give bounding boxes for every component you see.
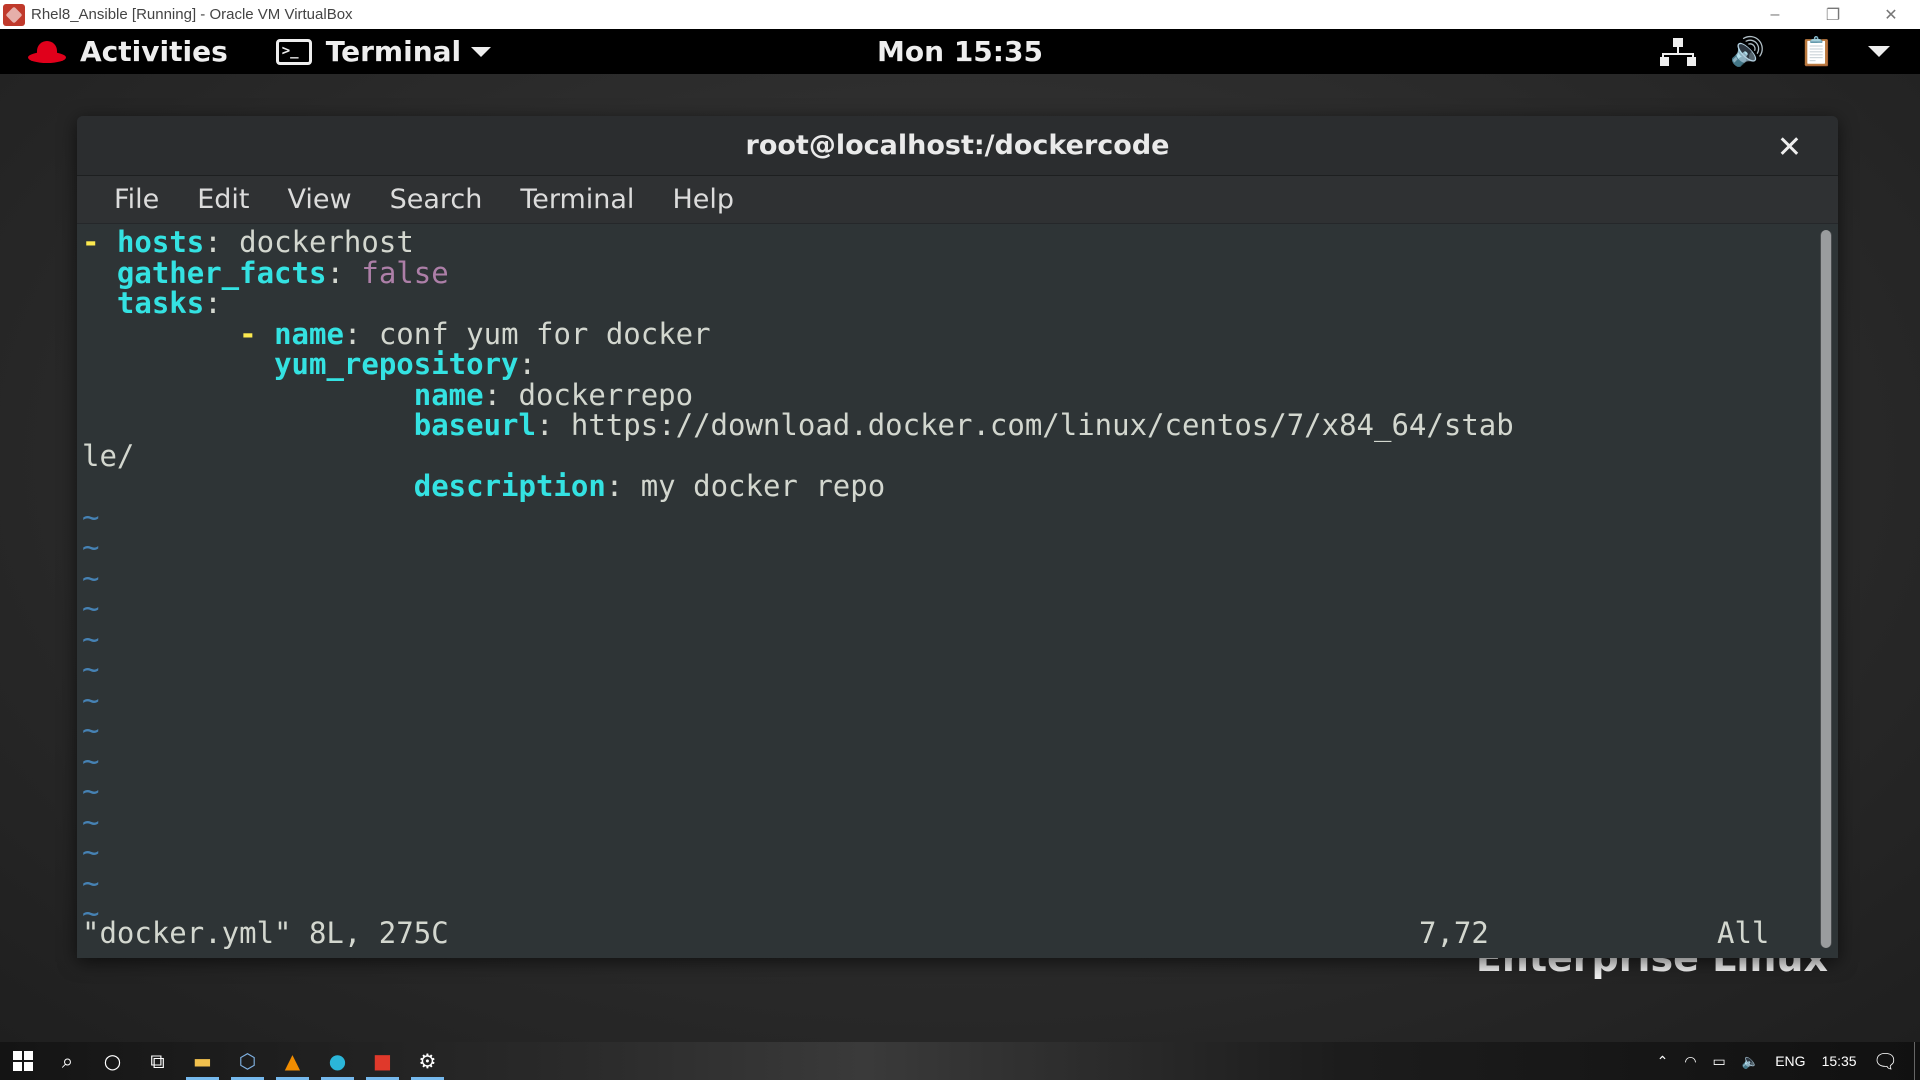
speaker-icon[interactable]: 🔈: [1734, 1053, 1767, 1070]
chevron-down-icon: [471, 46, 492, 57]
yaml-key: name: [274, 316, 344, 351]
yaml-key: name: [413, 377, 484, 412]
virtualbox-titlebar: Rhel8_Ansible [Running] - Oracle VM Virt…: [0, 0, 1920, 29]
app-menu-terminal[interactable]: >_ Terminal: [275, 35, 492, 68]
cortana-icon[interactable]: ○: [90, 1042, 135, 1080]
clipboard-icon: 📋: [1799, 35, 1834, 68]
yaml-value-wrap: le/: [82, 438, 135, 473]
battery-icon[interactable]: ▭: [1705, 1053, 1734, 1070]
system-tray[interactable]: 🔊 📋: [1660, 29, 1890, 74]
network-icon: [1660, 37, 1697, 66]
yaml-key: baseurl: [413, 408, 536, 442]
taskbar-clock[interactable]: 15:35: [1814, 1053, 1865, 1069]
yaml-dash: -: [239, 316, 257, 351]
tray-chevron-up-icon[interactable]: ⌃: [1649, 1053, 1677, 1070]
windows-logo-icon: [12, 1051, 33, 1071]
windows-taskbar: ⌕ ○ ⧉ ▬ ⬡ ▲ ● ■ ⚙ ⌃ ◠ ▭ 🔈 ENG 15:35 🗨: [0, 1042, 1920, 1080]
yaml-value: conf yum for docker: [361, 316, 711, 351]
yaml-value: dockerhost: [221, 225, 414, 259]
terminal-title: root@localhost:/dockercode: [745, 130, 1170, 161]
close-window-button[interactable]: ✕: [1862, 0, 1920, 29]
vlc-icon[interactable]: ▲: [270, 1042, 315, 1080]
edge-icon[interactable]: ●: [315, 1042, 360, 1080]
virtualbox-icon: [3, 3, 25, 26]
notification-icon[interactable]: 🗨: [1865, 1049, 1906, 1074]
wifi-icon[interactable]: ◠: [1676, 1053, 1704, 1070]
minimize-button[interactable]: –: [1746, 0, 1804, 29]
yaml-key: gather_facts: [116, 255, 327, 290]
menu-terminal[interactable]: Terminal: [501, 184, 653, 215]
show-desktop-button[interactable]: [1914, 1042, 1920, 1080]
yaml-key: hosts: [116, 225, 205, 259]
redhat-icon: [28, 40, 66, 63]
activities-label: Activities: [80, 35, 228, 68]
yaml-key: description: [413, 469, 606, 503]
system-menu-chevron-icon: [1868, 46, 1890, 57]
rhel-vm-icon[interactable]: ■: [360, 1042, 405, 1080]
vim-empty-lines: ~ ~ ~ ~ ~ ~ ~ ~ ~ ~ ~ ~ ~ ~: [82, 499, 100, 930]
menu-help[interactable]: Help: [653, 184, 753, 215]
search-icon[interactable]: ⌕: [45, 1042, 90, 1080]
volume-icon: 🔊: [1730, 35, 1766, 68]
language-indicator[interactable]: ENG: [1767, 1053, 1813, 1069]
menu-file[interactable]: File: [95, 184, 178, 215]
restore-button[interactable]: ❐: [1804, 0, 1862, 29]
start-button[interactable]: [0, 1042, 45, 1080]
yaml-value: my docker repo: [623, 469, 886, 503]
menu-view[interactable]: View: [268, 184, 370, 215]
app-menu-label: Terminal: [325, 35, 462, 68]
yaml-value: https://download.docker.com/linux/centos…: [553, 408, 1514, 442]
vim-editor[interactable]: - hosts: dockerhost gather_facts: false …: [77, 224, 1838, 958]
terminal-close-button[interactable]: ✕: [1777, 130, 1802, 165]
yaml-key: yum_repository: [274, 347, 519, 381]
virtualbox-taskbar-icon[interactable]: ⬡: [225, 1042, 270, 1080]
yaml-key: tasks: [116, 286, 205, 320]
yaml-dash: -: [82, 225, 100, 259]
terminal-scrollbar[interactable]: [1820, 230, 1832, 948]
settings-gear-icon[interactable]: ⚙: [405, 1042, 450, 1080]
gnome-top-bar: Activities >_ Terminal Mon 15:35 🔊 📋: [0, 29, 1920, 74]
task-view-icon[interactable]: ⧉: [135, 1042, 180, 1080]
vim-status-file: "docker.yml" 8L, 275C: [82, 916, 449, 950]
menu-edit[interactable]: Edit: [178, 184, 268, 215]
file-explorer-icon[interactable]: ▬: [180, 1042, 225, 1080]
yaml-value: dockerrepo: [501, 377, 694, 412]
virtualbox-window-title: Rhel8_Ansible [Running] - Oracle VM Virt…: [31, 6, 353, 23]
terminal-window: root@localhost:/dockercode ✕ File Edit V…: [77, 116, 1838, 958]
vim-scroll-position: All: [1717, 916, 1770, 950]
scrollbar-thumb[interactable]: [1821, 230, 1831, 948]
clock[interactable]: Mon 15:35: [877, 35, 1043, 68]
activities-button[interactable]: Activities: [28, 35, 228, 68]
menu-search[interactable]: Search: [371, 184, 502, 215]
terminal-menubar: File Edit View Search Terminal Help: [77, 176, 1838, 224]
terminal-icon: >_: [275, 38, 312, 65]
vim-cursor-position: 7,72: [1419, 916, 1489, 950]
yaml-content: - hosts: dockerhost gather_facts: false …: [82, 225, 1514, 930]
yaml-boolean: false: [361, 255, 449, 290]
taskbar-tray: ⌃ ◠ ▭ 🔈 ENG 15:35 🗨: [1649, 1042, 1920, 1080]
terminal-headerbar[interactable]: root@localhost:/dockercode ✕: [77, 116, 1838, 176]
